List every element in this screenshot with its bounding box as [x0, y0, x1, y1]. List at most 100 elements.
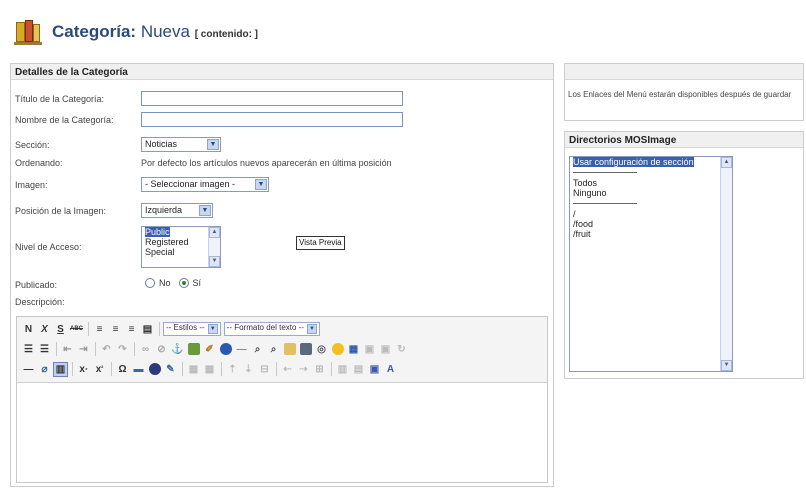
section-select[interactable]: Noticias ▼ — [141, 137, 221, 152]
align-left-icon[interactable]: ≡ — [92, 322, 107, 337]
emoticon-icon[interactable] — [330, 342, 345, 357]
page-title-main: Categoría: — [52, 22, 137, 41]
category-details-panel: Detalles de la Categoría Título de la Ca… — [10, 63, 554, 487]
dir-option-all[interactable]: Todos — [570, 178, 732, 188]
time-icon[interactable] — [298, 342, 313, 357]
absolute-icon[interactable]: A — [383, 362, 398, 377]
col-after-icon[interactable]: ⇢ — [296, 362, 311, 377]
section-select-value: Noticias — [145, 139, 178, 149]
scroll-up-icon[interactable]: ▲ — [721, 157, 732, 168]
color-icon[interactable] — [147, 362, 162, 377]
outdent-icon[interactable]: ⇤ — [60, 342, 75, 357]
dir-option-fruit[interactable]: /fruit — [570, 229, 732, 239]
styles-select[interactable]: -- Estilos -- ▼ — [163, 322, 221, 336]
search-icon[interactable]: ⌕ — [250, 342, 265, 357]
access-option-public[interactable]: Public — [145, 227, 170, 237]
align-right-icon[interactable]: ≡ — [124, 322, 139, 337]
published-yes-radio[interactable] — [178, 278, 189, 288]
emdash-icon[interactable]: ▬ — [131, 362, 146, 377]
table-icon[interactable]: ▦ — [186, 362, 201, 377]
split-cells-icon[interactable]: ▥ — [335, 362, 350, 377]
strikethrough-button[interactable]: ABC — [69, 322, 84, 337]
order-label: Ordenando: — [15, 158, 63, 168]
delete-col-icon[interactable]: ⊞ — [312, 362, 327, 377]
chevron-down-icon: ▼ — [207, 324, 218, 334]
description-editor: N X S ABC ≡ ≡ ≡ ▤ -- Estilos -- ▼ -- Form… — [16, 316, 548, 483]
editor-content-area[interactable] — [17, 384, 547, 482]
cleanup-icon[interactable]: ✐ — [202, 342, 217, 357]
dir-scrollbar[interactable]: ▲ ▼ — [720, 157, 732, 371]
media-icon[interactable]: ▦ — [346, 342, 361, 357]
access-scrollbar[interactable]: ▲ ▼ — [208, 227, 220, 267]
edit-css-icon[interactable]: ✎ — [163, 362, 178, 377]
unlink-icon[interactable]: ⊘ — [154, 342, 169, 357]
dir-option-food[interactable]: /food — [570, 219, 732, 229]
category-name-input[interactable] — [141, 112, 403, 127]
help-icon[interactable] — [218, 342, 233, 357]
insert-layer-icon[interactable]: ▣ — [367, 362, 382, 377]
section-label: Sección: — [15, 140, 50, 150]
italic-button[interactable]: X — [37, 322, 52, 337]
scroll-down-icon[interactable]: ▼ — [209, 256, 220, 267]
page-title: Categoría: Nueva [ contenido: ] — [52, 22, 258, 42]
separator — [573, 203, 637, 204]
merge-cells-icon[interactable]: ▤ — [351, 362, 366, 377]
menu-links-header — [565, 64, 803, 80]
dir-option-section-config[interactable]: Usar configuración de sección — [573, 157, 694, 167]
table-props-icon[interactable]: ▦ — [202, 362, 217, 377]
category-title-input[interactable] — [141, 91, 403, 106]
published-no-label: No — [159, 278, 171, 288]
image-position-label: Posición de la Imagen: — [15, 206, 107, 216]
bold-button[interactable]: N — [21, 322, 36, 337]
horizontal-rule-icon[interactable]: — — [21, 362, 36, 377]
anchor-icon[interactable]: ⚓ — [170, 342, 185, 357]
access-level-list[interactable]: Public Registered Special ▲ ▼ — [141, 226, 221, 268]
underline-button[interactable]: S — [53, 322, 68, 337]
align-center-icon[interactable]: ≡ — [108, 322, 123, 337]
published-no-radio[interactable] — [145, 278, 155, 288]
superscript-button[interactable]: x² — [92, 362, 107, 377]
charmap-button[interactable]: Ω — [115, 362, 130, 377]
image-position-select[interactable]: Izquierda ▼ — [141, 203, 213, 218]
mosimage-directory-list[interactable]: Usar configuración de sección Todos Ning… — [569, 156, 733, 372]
col-before-icon[interactable]: ⇠ — [280, 362, 295, 377]
row-after-icon[interactable]: ⇣ — [241, 362, 256, 377]
image-icon[interactable] — [186, 342, 201, 357]
scroll-down-icon[interactable]: ▼ — [721, 360, 732, 371]
visual-aid-icon[interactable]: ▥ — [53, 361, 68, 377]
scroll-up-icon[interactable]: ▲ — [209, 227, 220, 238]
published-label: Publicado: — [15, 280, 58, 290]
chevron-down-icon: ▼ — [207, 139, 219, 150]
name-label: Nombre de la Categoría: — [15, 115, 114, 125]
link-icon[interactable]: ∞ — [138, 342, 153, 357]
image-position-value: Izquierda — [145, 205, 183, 215]
redo-icon[interactable]: ↷ — [115, 342, 130, 357]
bullet-list-icon[interactable]: ☰ — [21, 342, 36, 357]
remove-format-icon[interactable]: ⌀ — [37, 362, 52, 377]
preview-icon[interactable]: ◎ — [314, 342, 329, 357]
subscript-button[interactable]: x₂ — [76, 362, 91, 377]
align-justify-icon[interactable]: ▤ — [140, 322, 155, 337]
indent-icon[interactable]: ⇥ — [76, 342, 91, 357]
delete-row-icon[interactable]: ⊟ — [257, 362, 272, 377]
replace-icon[interactable]: ⌕ — [266, 342, 281, 357]
undo-icon[interactable]: ↶ — [99, 342, 114, 357]
preview-button[interactable]: Vista Previa — [296, 236, 345, 250]
separator — [573, 172, 637, 173]
ltr-icon[interactable]: ▣ — [378, 342, 393, 357]
page-title-sub: Nueva — [140, 22, 190, 41]
image-select[interactable]: - Seleccionar imagen - ▼ — [141, 177, 269, 192]
date-icon[interactable] — [282, 342, 297, 357]
menu-links-note: Los Enlaces del Menú estarán disponibles… — [568, 90, 792, 99]
mosimage-heading: Directorios MOSImage — [565, 132, 803, 148]
page-header: Categoría: Nueva [ contenido: ] — [14, 17, 258, 47]
numbered-list-icon[interactable]: ☰ — [37, 342, 52, 357]
page-title-context: [ contenido: ] — [194, 29, 259, 40]
dir-option-none[interactable]: Ninguno — [570, 188, 732, 198]
row-before-icon[interactable]: ⇡ — [225, 362, 240, 377]
format-select[interactable]: -- Formato del texto -- ▼ — [223, 322, 321, 336]
print-icon[interactable]: ▣ — [362, 342, 377, 357]
rtl-icon[interactable]: ↻ — [394, 342, 409, 357]
dir-option-root[interactable]: / — [570, 209, 732, 219]
hr-icon[interactable]: — — [234, 342, 249, 357]
